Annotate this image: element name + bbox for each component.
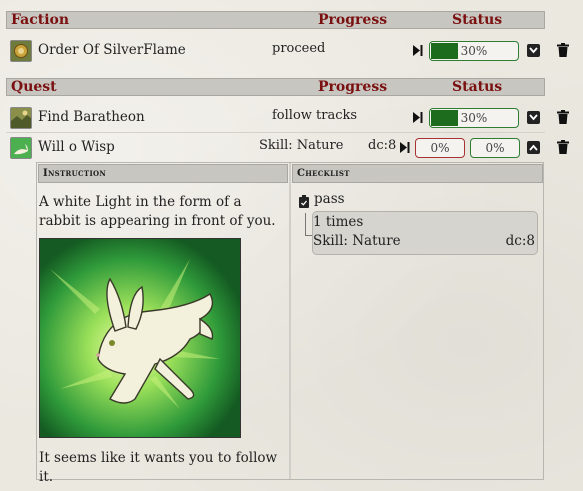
faction-status-text: 30% xyxy=(460,44,488,58)
checklist-requirement-card[interactable]: 1 times Skill: Nature dc:8 xyxy=(312,211,538,255)
expand-chevron-down-icon[interactable] xyxy=(527,111,540,124)
delete-trash-icon[interactable] xyxy=(557,43,569,57)
quest-status-right-text: 0% xyxy=(485,141,505,155)
collapse-chevron-up-icon[interactable] xyxy=(527,141,540,154)
tree-connector xyxy=(305,213,306,235)
tree-connector-tick xyxy=(305,235,312,236)
quest-dc-text: dc:8 xyxy=(368,138,397,153)
instruction-header: Instruction xyxy=(38,164,288,183)
delete-trash-icon[interactable] xyxy=(557,140,569,154)
quest-header-progress: Progress xyxy=(318,79,388,95)
quest-detail-panel: Instruction Checklist A white Light in t… xyxy=(36,162,544,485)
quest-status-bar-right: 0% xyxy=(470,138,520,158)
quest-progress-text: follow tracks xyxy=(272,108,358,123)
expand-chevron-down-icon[interactable] xyxy=(527,44,540,57)
quest-row[interactable]: Find Baratheon follow tracks 30% xyxy=(6,103,569,132)
wisp-rabbit-icon xyxy=(10,137,32,159)
play-next-icon[interactable] xyxy=(400,142,410,153)
play-next-icon[interactable] xyxy=(413,45,423,56)
quest-header-status: Status xyxy=(452,79,503,95)
clipboard-check-icon xyxy=(299,195,309,212)
column-divider xyxy=(289,163,291,479)
quest-header: Quest Progress Status xyxy=(6,78,545,96)
checklist-skill: Skill: Nature xyxy=(313,233,401,249)
quest-row[interactable]: Will o Wisp Skill: Nature dc:8 0% 0% xyxy=(6,133,569,162)
baratheon-landscape-icon xyxy=(10,107,32,129)
faction-status-bar: 30% xyxy=(429,41,519,61)
instruction-text: A white Light in the form of a rabbit is… xyxy=(39,194,276,229)
quest-header-name: Quest xyxy=(11,79,57,95)
checklist-item-label: pass xyxy=(314,191,345,207)
wisp-rabbit-illustration xyxy=(39,238,241,438)
checklist-times: 1 times xyxy=(313,214,364,230)
silverflame-emblem-icon xyxy=(10,40,32,62)
faction-header: Faction Progress Status xyxy=(6,11,545,29)
quest-status-bar-left: 0% xyxy=(415,138,465,158)
quest-status-bar: 30% xyxy=(429,108,519,128)
quest-status-text: 30% xyxy=(460,111,488,125)
instruction-text: It seems like it wants you to follow it. xyxy=(39,450,278,485)
faction-name: Order Of SilverFlame xyxy=(38,42,186,58)
quest-name: Find Baratheon xyxy=(38,109,145,125)
quest-name: Will o Wisp xyxy=(38,139,115,155)
faction-header-progress: Progress xyxy=(318,12,388,28)
checklist-header: Checklist xyxy=(292,164,543,183)
checklist-dc: dc:8 xyxy=(505,233,535,249)
faction-header-status: Status xyxy=(452,12,503,28)
play-next-icon[interactable] xyxy=(413,112,423,123)
quest-progress-text: Skill: Nature xyxy=(259,138,344,153)
instruction-header-label: Instruction xyxy=(43,168,107,179)
delete-trash-icon[interactable] xyxy=(557,110,569,124)
faction-header-name: Faction xyxy=(11,12,70,28)
quest-status-left-text: 0% xyxy=(430,141,450,155)
checklist-header-label: Checklist xyxy=(297,168,350,179)
faction-row[interactable]: Order Of SilverFlame proceed 30% xyxy=(6,36,569,65)
faction-progress-text: proceed xyxy=(272,41,326,56)
